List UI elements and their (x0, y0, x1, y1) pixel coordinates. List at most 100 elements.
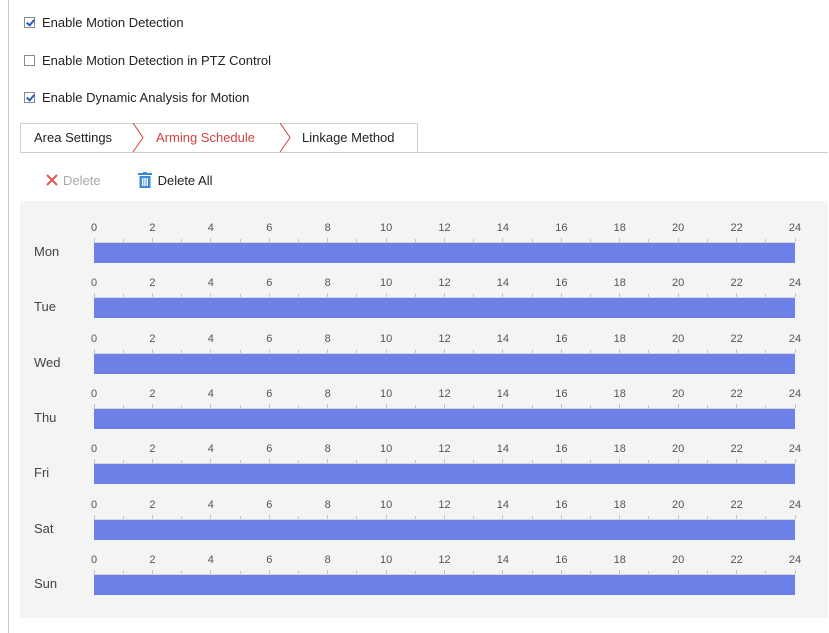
schedule-bar[interactable] (94, 408, 795, 429)
hour-label: 4 (207, 332, 214, 345)
hour-tick (151, 459, 153, 464)
hour-tick (151, 569, 153, 574)
hour-label: 18 (613, 277, 626, 290)
hour-tick (706, 515, 708, 519)
hour-tick (93, 459, 95, 464)
hour-tick (210, 238, 212, 242)
day-label: Sat (34, 520, 54, 536)
hour-label: 16 (555, 553, 568, 566)
hour-label: 4 (207, 553, 214, 566)
hour-tick (151, 403, 153, 408)
hour-label: 2 (149, 498, 156, 511)
hour-tick (648, 404, 650, 408)
hour-label: 4 (207, 387, 214, 400)
hour-tick (531, 239, 533, 242)
hour-tick (706, 349, 708, 353)
enable-ptz-motion-detection-checkbox[interactable] (24, 54, 35, 66)
hour-tick (502, 514, 504, 519)
hour-tick (414, 349, 416, 353)
hour-tick (151, 348, 153, 353)
hour-label: 10 (379, 332, 393, 345)
hour-tick (297, 239, 299, 242)
schedule-bar[interactable] (94, 464, 795, 485)
tab-bar: Area Settings Arming Schedule Linkage Me… (20, 123, 828, 153)
hour-tick (122, 239, 124, 242)
hour-label: 18 (613, 553, 626, 566)
enable-motion-detection-checkbox[interactable] (24, 16, 35, 28)
hour-tick (473, 294, 475, 298)
hour-tick (327, 238, 329, 242)
hour-tick (590, 515, 592, 519)
option-enable-ptz-motion-detection[interactable]: Enable Motion Detection in PTZ Control (24, 51, 271, 69)
hour-tick (473, 349, 475, 353)
option-enable-motion-detection[interactable]: Enable Motion Detection (24, 13, 184, 31)
hour-tick (93, 238, 95, 242)
hour-tick (414, 570, 416, 574)
schedule-bar[interactable] (94, 519, 795, 540)
hour-tick (444, 459, 445, 464)
hour-label: 6 (266, 222, 273, 234)
hour-tick (765, 349, 767, 353)
option-enable-dynamic-analysis[interactable]: Enable Dynamic Analysis for Motion (24, 88, 249, 106)
hour-tick (736, 514, 738, 519)
hour-label: 6 (266, 553, 273, 566)
hour-label: 22 (730, 222, 743, 234)
hour-label: 24 (788, 332, 802, 345)
hour-label: 0 (90, 222, 98, 234)
hour-label: 10 (379, 277, 393, 290)
hour-tick (327, 514, 329, 519)
hour-label: 14 (496, 498, 510, 511)
schedule-bar[interactable] (94, 353, 795, 374)
hour-label: 6 (266, 498, 273, 511)
hour-tick (502, 348, 504, 353)
hour-label: 6 (266, 443, 273, 456)
hour-label: 12 (438, 443, 451, 456)
hour-label: 16 (555, 222, 568, 234)
hour-tick (590, 294, 592, 298)
hour-tick (444, 403, 445, 408)
hour-tick (473, 404, 475, 408)
hour-tick (765, 404, 767, 408)
hour-tick (151, 293, 153, 298)
close-x-icon (46, 174, 58, 186)
hour-label: 14 (496, 553, 510, 566)
tab-arming-schedule[interactable]: Arming Schedule (156, 123, 255, 152)
hour-tick (531, 460, 533, 464)
schedule-bar[interactable] (94, 243, 795, 263)
hour-label: 22 (730, 553, 743, 566)
hour-tick (619, 238, 621, 242)
hour-tick (765, 294, 767, 298)
hour-tick (706, 239, 708, 242)
hour-tick (677, 293, 679, 298)
tab-linkage-method[interactable]: Linkage Method (302, 123, 395, 152)
hour-tick (619, 569, 621, 574)
hour-tick (502, 403, 504, 408)
hour-tick (414, 404, 416, 408)
delete-button[interactable]: Delete (46, 173, 101, 188)
hour-tick (794, 514, 796, 519)
hour-tick (181, 570, 183, 574)
hour-tick (210, 569, 212, 574)
hour-tick (268, 514, 270, 519)
schedule-bar[interactable] (94, 298, 795, 319)
hour-tick (297, 570, 299, 574)
hour-tick (122, 404, 124, 408)
hour-tick (181, 404, 183, 408)
hour-label: 8 (324, 222, 331, 234)
hour-tick (93, 569, 95, 574)
hour-tick (239, 515, 241, 519)
hour-tick (181, 294, 183, 298)
enable-dynamic-analysis-checkbox[interactable] (24, 91, 35, 103)
hour-tick (93, 403, 95, 408)
tab-area-settings[interactable]: Area Settings (34, 123, 112, 152)
hour-label: 0 (90, 553, 98, 566)
hour-tick (736, 293, 738, 298)
hour-tick (677, 403, 679, 408)
hour-tick (794, 238, 796, 242)
hour-tick (268, 459, 270, 464)
hour-tick (590, 239, 592, 242)
schedule-bar[interactable] (94, 574, 795, 595)
delete-all-button[interactable]: Delete All (137, 172, 213, 188)
hour-tick (297, 515, 299, 519)
hour-label: 22 (730, 387, 743, 400)
